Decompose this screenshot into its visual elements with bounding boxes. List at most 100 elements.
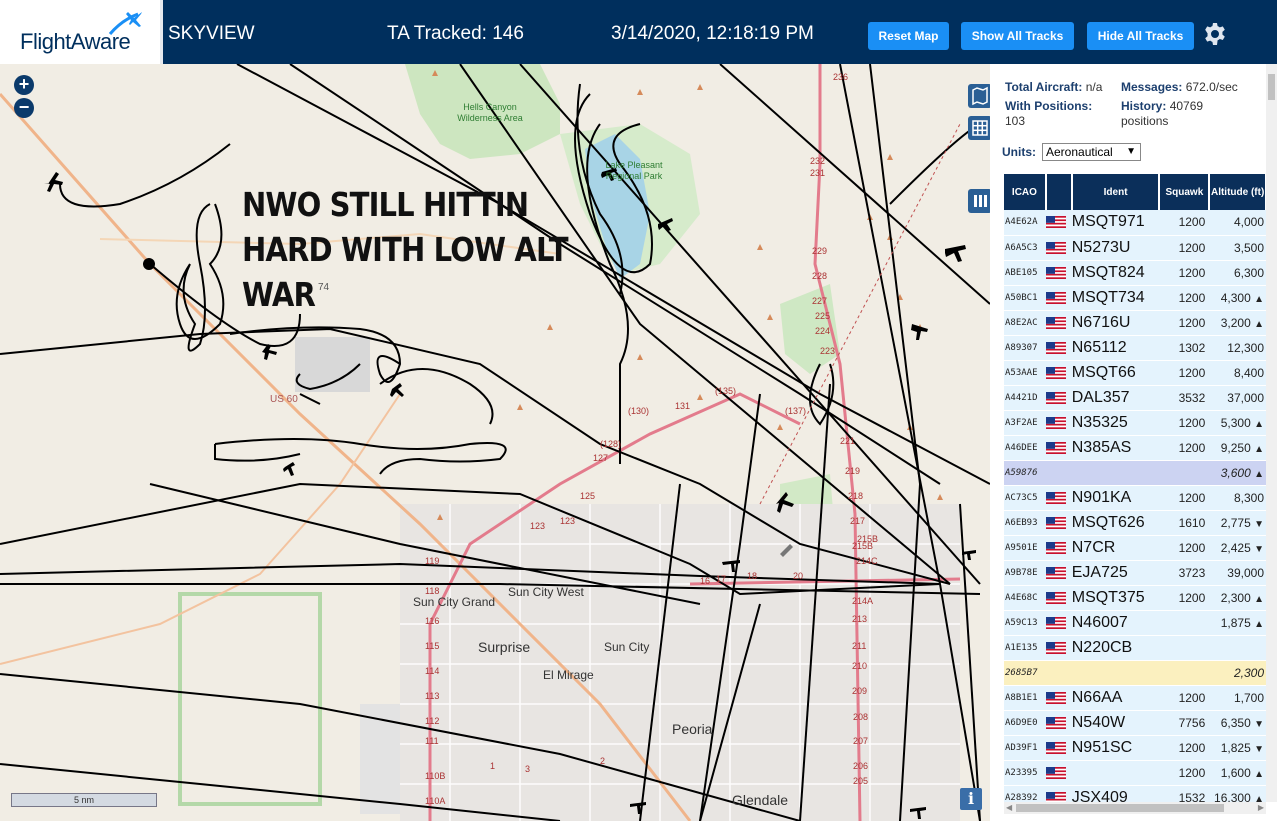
table-row[interactable]: A53AAE MSQT66 1200 8,400 — [1004, 360, 1266, 386]
us-flag-icon — [1045, 541, 1066, 554]
column-toggle-icon[interactable] — [968, 189, 992, 213]
column-header-altitude[interactable]: Altitude (ft) — [1209, 174, 1267, 210]
table-row[interactable]: A9501E N7CR 1200 2,425 ▼ — [1004, 535, 1266, 561]
column-header-ident[interactable]: Ident — [1071, 174, 1161, 210]
vertical-scroll-thumb[interactable] — [1268, 74, 1275, 100]
cell-altitude: 9,250 ▲ — [1209, 435, 1266, 461]
svg-text:(137): (137) — [785, 406, 806, 416]
table-row[interactable]: AC73C5 N901KA 1200 8,300 — [1004, 485, 1266, 511]
table-row[interactable]: 2685B7 2,300 — [1004, 660, 1266, 686]
us-flag-icon — [1045, 241, 1066, 254]
column-header-squawk[interactable]: Squawk — [1159, 174, 1211, 210]
table-row[interactable]: A8E2AC N6716U 1200 3,200 ▲ — [1004, 310, 1266, 336]
flightaware-logo[interactable]: FlightAware — [0, 0, 163, 64]
table-row[interactable]: A9B78E EJA725 3723 39,000 — [1004, 560, 1266, 586]
table-row[interactable]: A4E62A MSQT971 1200 4,000 — [1004, 210, 1266, 236]
units-label: Units: — [1002, 145, 1036, 159]
messages-label: Messages: — [1121, 80, 1183, 94]
altitude-value: 39,000 — [1227, 565, 1264, 580]
svg-text:(128): (128) — [600, 439, 621, 449]
hide-all-tracks-button[interactable]: Hide All Tracks — [1087, 22, 1194, 50]
table-row[interactable]: A6A5C3 N5273U 1200 3,500 — [1004, 235, 1266, 261]
show-all-tracks-button[interactable]: Show All Tracks — [961, 22, 1074, 50]
info-icon[interactable]: i — [960, 788, 982, 810]
map-canvas[interactable]: 236232231 229228227 225224223 221219218 … — [0, 64, 1000, 821]
cell-altitude: 3,200 ▲ — [1209, 310, 1266, 336]
table-row[interactable]: A1E135 N220CB — [1004, 635, 1266, 661]
cell-altitude: 4,000 — [1209, 210, 1266, 236]
us-flag-icon — [1045, 616, 1066, 629]
cell-altitude: 6,350 ▼ — [1209, 710, 1266, 736]
cell-squawk: 1200 — [1159, 260, 1210, 286]
table-row[interactable]: A23395 1200 1,600 ▲ — [1004, 760, 1266, 786]
altitude-value: 3,200 — [1220, 315, 1251, 330]
svg-text:214C: 214C — [856, 556, 878, 566]
units-select[interactable]: Aeronautical ▼ — [1042, 143, 1141, 161]
table-row[interactable]: AD39F1 N951SC 1200 1,825 ▼ — [1004, 735, 1266, 761]
total-aircraft-label: Total Aircraft: — [1005, 80, 1083, 94]
altitude-trend-icon: ▼ — [1254, 718, 1264, 730]
aircraft-table-container[interactable]: ICAO Ident Squawk Altitude (ft) A4E62A MS… — [1004, 174, 1267, 802]
cell-flag — [1045, 535, 1072, 561]
map-layers-icon[interactable] — [968, 84, 992, 108]
us-flag-icon — [1045, 591, 1066, 604]
table-row[interactable]: A3F2AE N35325 1200 5,300 ▲ — [1004, 410, 1266, 436]
column-header-icao[interactable]: ICAO — [1004, 174, 1047, 210]
scroll-left-arrow-icon[interactable]: ◀ — [1006, 803, 1012, 812]
scroll-right-arrow-icon[interactable]: ▶ — [1258, 803, 1264, 812]
cell-flag — [1045, 485, 1072, 511]
svg-text:227: 227 — [812, 296, 827, 306]
table-row[interactable]: A6EB93 MSQT626 1610 2,775 ▼ — [1004, 510, 1266, 536]
map-view[interactable]: 236 232 231 229 228 227 225 224 223 221 219 218 … — [0, 64, 1000, 821]
cell-ident: N385AS — [1071, 435, 1160, 461]
altitude-trend-icon: ▲ — [1254, 618, 1264, 630]
cell-ident: MSQT824 — [1071, 260, 1160, 286]
horizontal-scroll-thumb[interactable] — [1016, 804, 1224, 812]
cell-ident: N901KA — [1071, 485, 1160, 511]
gear-icon[interactable] — [1203, 22, 1227, 46]
table-row[interactable]: A4E68C MSQT375 1200 2,300 ▲ — [1004, 585, 1266, 611]
altitude-value: 3,600 — [1220, 465, 1251, 480]
cell-altitude: 1,600 ▲ — [1209, 760, 1266, 786]
altitude-trend-icon: ▲ — [1254, 593, 1264, 605]
horizontal-scrollbar[interactable]: ◀ ▶ — [1004, 802, 1266, 814]
map-label-peoria: Peoria — [672, 721, 713, 737]
cell-altitude: 12,300 — [1209, 335, 1266, 361]
svg-text:127: 127 — [593, 453, 608, 463]
table-row[interactable]: A8B1E1 N66AA 1200 1,700 — [1004, 685, 1266, 711]
table-row[interactable]: A28392 JSX409 1532 16,300 ▲ — [1004, 785, 1266, 802]
table-row[interactable]: A59876 3,600 ▲ — [1004, 460, 1266, 486]
cell-squawk: 1532 — [1159, 785, 1210, 802]
cell-squawk: 1610 — [1159, 510, 1210, 536]
svg-text:225: 225 — [815, 311, 830, 321]
altitude-value: 8,300 — [1233, 490, 1264, 505]
svg-text:110A: 110A — [425, 796, 445, 806]
overlay-line-1: NWO STILL HITTIN — [242, 185, 529, 224]
column-header-flag[interactable] — [1045, 174, 1073, 210]
cell-altitude — [1209, 635, 1266, 661]
cell-altitude: 3,500 — [1209, 235, 1266, 261]
vertical-scrollbar[interactable] — [1266, 64, 1277, 802]
us-flag-icon — [1045, 266, 1066, 279]
altitude-value: 37,000 — [1227, 390, 1264, 405]
svg-text:123: 123 — [560, 516, 575, 526]
table-row[interactable]: ABE105 MSQT824 1200 6,300 — [1004, 260, 1266, 286]
cell-ident: N951SC — [1071, 735, 1160, 761]
table-row[interactable]: A59C13 N46007 1,875 ▲ — [1004, 610, 1266, 636]
zoom-out-button[interactable]: − — [14, 98, 34, 118]
us-flag-icon — [1045, 416, 1066, 429]
cell-icao: A9B78E — [1004, 560, 1046, 586]
table-row[interactable]: A89307 N65112 1302 12,300 — [1004, 335, 1266, 361]
table-row[interactable]: A4421D DAL357 3532 37,000 — [1004, 385, 1266, 411]
cell-ident: DAL357 — [1071, 385, 1160, 411]
table-row[interactable]: A50BC1 MSQT734 1200 4,300 ▲ — [1004, 285, 1266, 311]
zoom-in-button[interactable]: + — [14, 75, 34, 95]
table-row[interactable]: A46DEE N385AS 1200 9,250 ▲ — [1004, 435, 1266, 461]
cell-icao: A59876 — [1004, 460, 1046, 486]
grid-toggle-icon[interactable] — [968, 116, 992, 140]
aircraft-table-body: A4E62A MSQT971 1200 4,000 A6A5C3 N5273U 1200 3… — [1004, 210, 1266, 802]
reset-map-button[interactable]: Reset Map — [868, 22, 949, 50]
cell-ident: N6716U — [1071, 310, 1160, 336]
cell-altitude: 8,300 — [1209, 485, 1266, 511]
table-row[interactable]: A6D9E0 N540W 7756 6,350 ▼ — [1004, 710, 1266, 736]
